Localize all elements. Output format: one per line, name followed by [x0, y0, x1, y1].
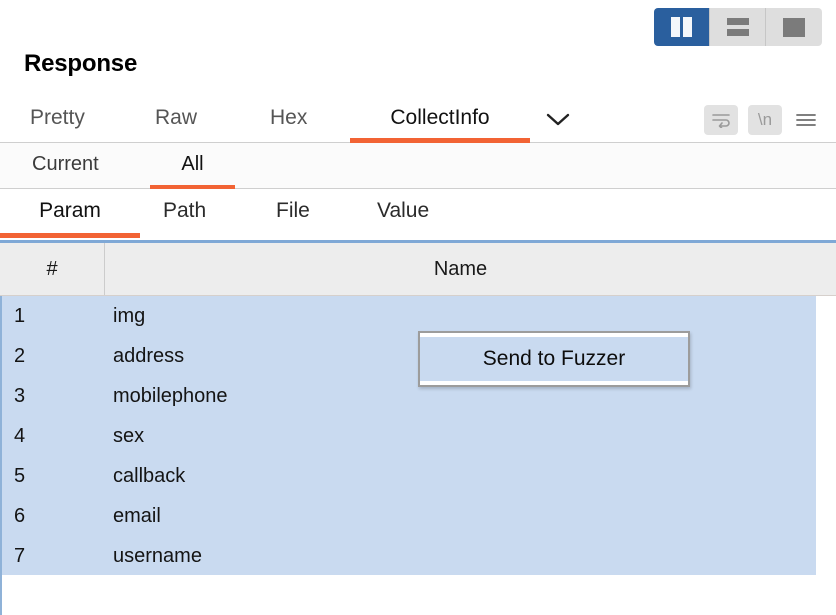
hamburger-menu-icon	[796, 113, 816, 126]
single-pane-icon	[783, 17, 805, 37]
cell-number: 4	[14, 424, 26, 447]
cell-number: 3	[14, 384, 26, 407]
tab-value[interactable]: Value	[377, 189, 429, 238]
word-wrap-button[interactable]	[704, 104, 738, 135]
cell-name: mobilephone	[113, 384, 228, 407]
view-mode-toggle-group[interactable]	[654, 8, 822, 46]
chevron-down-icon	[546, 113, 570, 125]
newline-icon: \n	[757, 109, 773, 129]
table-row[interactable]: 4 sex	[2, 416, 836, 456]
cell-number: 1	[14, 304, 26, 327]
tab-path[interactable]: Path	[163, 189, 206, 238]
tab-file[interactable]: File	[276, 189, 310, 238]
params-table: # Name 1 img 2 address 3 mobilephone 4 s…	[0, 240, 836, 615]
response-menu-button[interactable]	[792, 105, 820, 135]
tab-raw[interactable]: Raw	[155, 96, 197, 143]
cell-number: 6	[14, 504, 26, 527]
context-menu: Send to Fuzzer	[418, 331, 690, 387]
menu-item-send-to-fuzzer[interactable]: Send to Fuzzer	[420, 337, 688, 381]
tab-hex[interactable]: Hex	[270, 96, 307, 143]
view-mode-split-vertical-button[interactable]	[654, 8, 710, 46]
view-mode-split-horizontal-button[interactable]	[710, 8, 766, 46]
cell-name: username	[113, 544, 202, 567]
cell-number: 5	[14, 464, 26, 487]
collectinfo-dropdown-button[interactable]	[540, 96, 576, 143]
response-toolbar: \n	[704, 96, 820, 143]
column-header-number[interactable]: #	[0, 243, 105, 295]
table-row[interactable]: 7 username	[2, 536, 836, 576]
table-header-row: # Name	[0, 243, 836, 296]
tab-param[interactable]: Param	[0, 189, 140, 238]
cell-name: address	[113, 344, 185, 367]
cell-name: callback	[113, 464, 186, 487]
primary-tab-bar: Pretty Raw Hex CollectInfo \n	[0, 96, 836, 143]
tab-all[interactable]: All	[150, 143, 235, 189]
tab-pretty[interactable]: Pretty	[30, 96, 85, 143]
scope-tab-bar: Current All	[0, 143, 836, 189]
table-row[interactable]: 1 img	[2, 296, 836, 336]
split-vertical-icon	[671, 17, 692, 37]
field-type-tab-bar: Param Path File Value	[0, 189, 836, 238]
cell-name: img	[113, 304, 146, 327]
newline-toggle-button[interactable]: \n	[748, 104, 782, 135]
tab-collectinfo[interactable]: CollectInfo	[350, 96, 530, 143]
cell-name: sex	[113, 424, 145, 447]
cell-name: email	[113, 504, 161, 527]
cell-number: 2	[14, 344, 26, 367]
table-row[interactable]: 5 callback	[2, 456, 836, 496]
cell-number: 7	[14, 544, 26, 567]
table-row[interactable]: 6 email	[2, 496, 836, 536]
split-horizontal-icon	[726, 18, 749, 36]
page-title: Response	[24, 50, 138, 77]
column-header-name[interactable]: Name	[105, 243, 816, 295]
word-wrap-icon	[712, 113, 730, 128]
view-mode-single-pane-button[interactable]	[766, 8, 822, 46]
tab-current[interactable]: Current	[32, 143, 99, 189]
